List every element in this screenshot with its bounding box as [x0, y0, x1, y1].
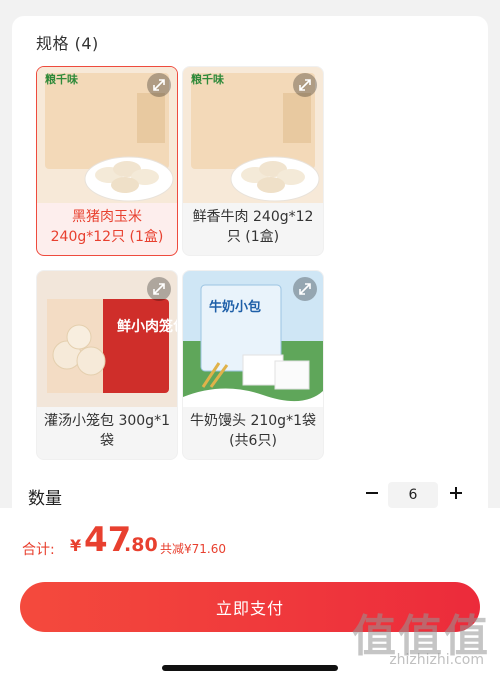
package-text: 牛奶小包	[209, 299, 261, 315]
brand-logo: 粮千味	[45, 72, 78, 86]
spec-option-label: 鲜香牛肉 240g*12只 (1盒)	[192, 209, 314, 245]
expand-icon[interactable]	[293, 73, 317, 97]
order-total: 合计: ¥ 47 .80 共减¥71.60	[22, 520, 322, 560]
spec-option-label: 黑猪肉玉米 240g*12只 (1盒)	[50, 209, 164, 245]
plus-icon[interactable]	[444, 481, 468, 505]
spec-option-2[interactable]: 粮千味 鲜香牛肉 240g*12只 (1盒)	[182, 66, 324, 256]
home-indicator[interactable]	[162, 665, 338, 671]
spec-option-3[interactable]: 鲜小肉笼包 灌汤小笼包 300g*1袋	[36, 270, 178, 460]
brand-logo: 粮千味	[191, 72, 224, 86]
total-amount-decimal: .80	[124, 534, 158, 556]
spec-option-1[interactable]: 粮千味 黑猪肉玉米 240g*12只 (1盒)	[36, 66, 178, 256]
spec-option-label: 牛奶馒头 210g*1袋 (共6只)	[190, 413, 316, 449]
discount-text: 共减¥71.60	[160, 542, 226, 556]
expand-icon[interactable]	[293, 277, 317, 301]
minus-icon[interactable]	[360, 481, 384, 505]
currency-symbol: ¥	[70, 536, 82, 555]
total-label: 合计:	[22, 542, 55, 558]
pay-now-button[interactable]: 立即支付	[20, 582, 480, 632]
quantity-input[interactable]: 6	[388, 482, 438, 508]
quantity-label: 数量	[28, 489, 62, 509]
spec-option-label: 灌汤小笼包 300g*1袋	[44, 413, 170, 449]
spec-option-4[interactable]: 牛奶小包 牛奶馒头 210g*1袋 (共6只)	[182, 270, 324, 460]
spec-title: 规格 (4)	[36, 34, 99, 53]
package-text: 鲜小肉笼包	[117, 318, 177, 335]
expand-icon[interactable]	[147, 277, 171, 301]
expand-icon[interactable]	[147, 73, 171, 97]
